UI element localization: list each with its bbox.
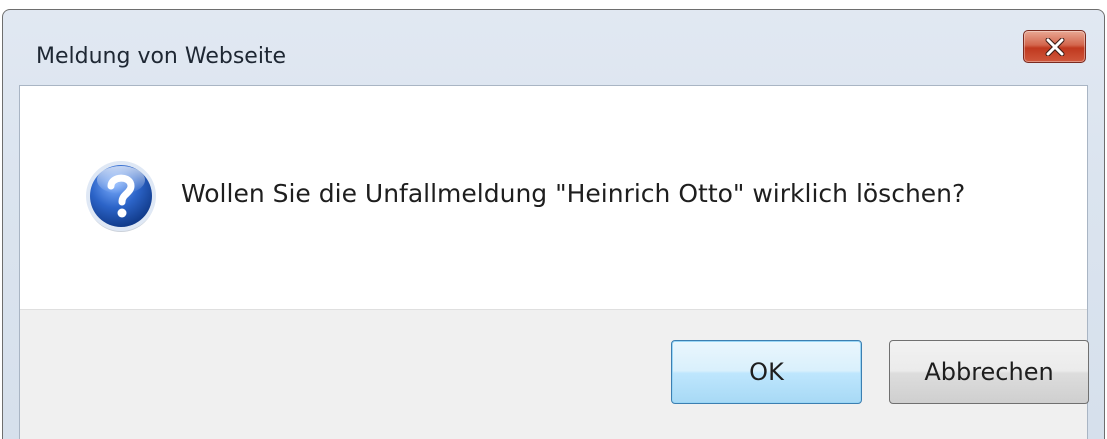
button-area: OK Abbrechen [20,309,1089,439]
dialog-titlebar[interactable]: Meldung von Webseite [3,10,1104,85]
message-dialog: Meldung von Webseite Wollen Sie die Unfa… [2,9,1105,439]
cancel-button[interactable]: Abbrechen [889,340,1089,404]
question-icon [86,161,156,232]
close-button[interactable] [1023,30,1086,63]
ok-button[interactable]: OK [671,340,862,404]
dialog-content: Wollen Sie die Unfallmeldung "Heinrich O… [19,85,1089,439]
message-area: Wollen Sie die Unfallmeldung "Heinrich O… [20,86,1087,309]
message-text: Wollen Sie die Unfallmeldung "Heinrich O… [181,179,966,208]
dialog-title: Meldung von Webseite [36,44,287,69]
close-icon [1045,38,1065,56]
